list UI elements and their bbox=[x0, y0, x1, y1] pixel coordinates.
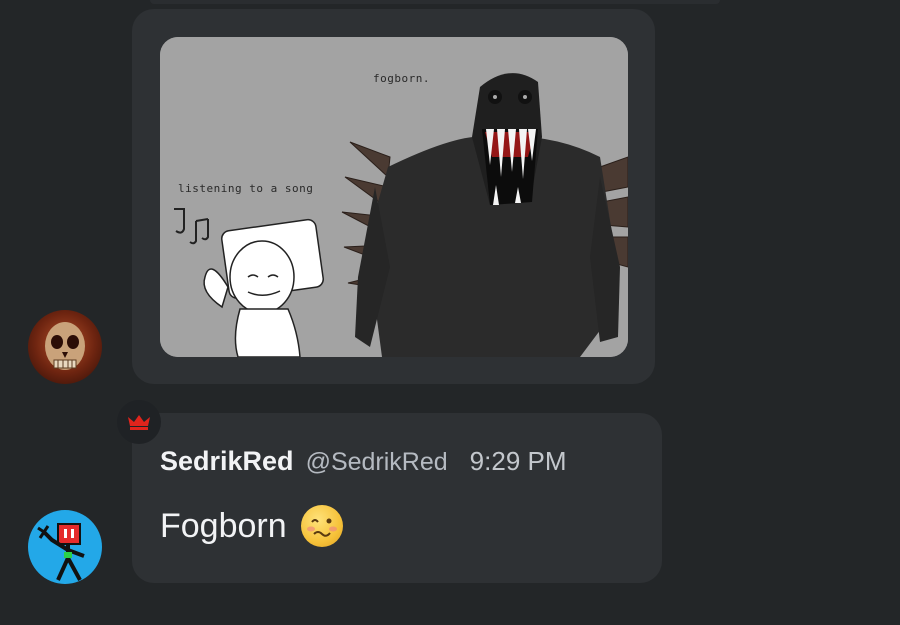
user-handle[interactable]: @SedrikRed bbox=[306, 448, 448, 477]
skull-icon bbox=[45, 322, 85, 370]
meme-label-kid: listening to a song bbox=[178, 182, 314, 195]
robot-icon bbox=[37, 523, 85, 581]
previous-message-edge bbox=[150, 0, 720, 4]
avatar-robot[interactable] bbox=[28, 510, 102, 584]
meme-label-monster: fogborn. bbox=[373, 72, 430, 85]
role-badge bbox=[117, 400, 161, 444]
message-text: Fogborn bbox=[160, 506, 287, 545]
message-header: SedrikRed @SedrikRed 9:29 PM bbox=[160, 446, 567, 477]
message-body: Fogborn bbox=[160, 505, 343, 547]
meme-image[interactable]: fogborn. listening to a song bbox=[160, 37, 628, 357]
avatar-skull[interactable] bbox=[28, 310, 102, 384]
woozy-face-emoji-icon bbox=[300, 505, 343, 547]
text-message-bubble[interactable] bbox=[132, 413, 662, 583]
meme-drawing bbox=[160, 37, 628, 357]
username[interactable]: SedrikRed bbox=[160, 446, 294, 477]
crown-icon bbox=[128, 415, 150, 430]
timestamp: 9:29 PM bbox=[469, 446, 567, 476]
